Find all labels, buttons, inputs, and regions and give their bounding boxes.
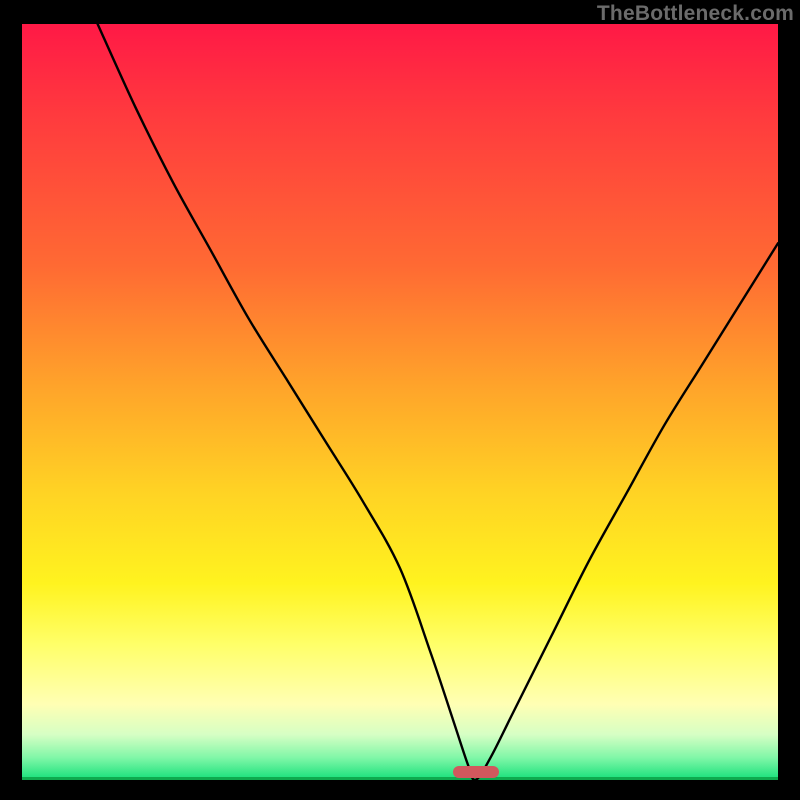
optimum-marker (453, 766, 499, 778)
watermark-text: TheBottleneck.com (597, 2, 794, 26)
bottleneck-curve (22, 24, 778, 780)
plot-area (22, 24, 778, 780)
chart-container: TheBottleneck.com (0, 0, 800, 800)
